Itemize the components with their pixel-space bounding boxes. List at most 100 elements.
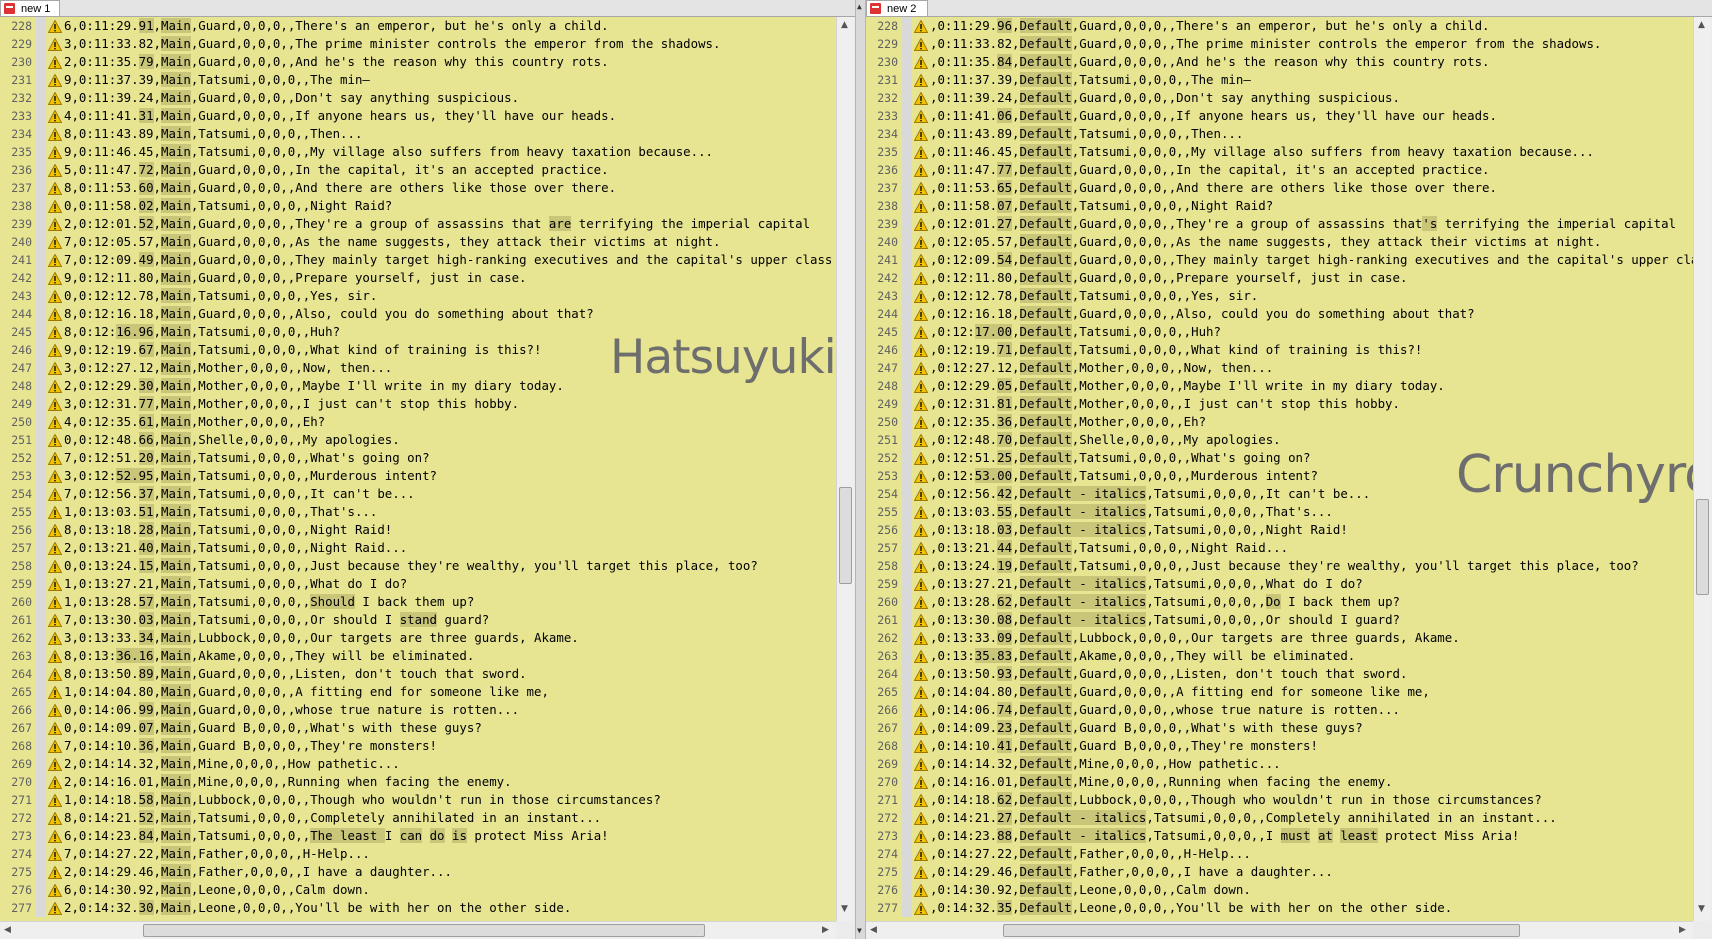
line-number: 261 — [11, 613, 32, 627]
text-segment: ,Guard,0,0,0,,The prime minister control… — [190, 36, 721, 51]
warning-icon — [913, 396, 929, 412]
diff-highlight: are — [548, 216, 572, 231]
left-hscroll-thumb[interactable] — [143, 924, 705, 937]
text-segment: 5,0:11:47. — [64, 162, 139, 177]
text-segment: ,Guard,0,0,0,,They mainly target high-ra… — [1071, 252, 1693, 267]
right-tab-bar: new 2 — [866, 0, 1712, 17]
tab-new-1[interactable]: new 1 — [0, 0, 60, 16]
warning-icon — [913, 342, 929, 358]
left-source-label: Hatsuyuki — [610, 330, 836, 385]
line-margin — [36, 665, 46, 683]
warning-icon — [913, 36, 929, 52]
right-vertical-scrollbar[interactable]: ▲ ▼ — [1693, 17, 1711, 921]
line-margin — [902, 467, 912, 485]
line-margin — [902, 17, 912, 35]
line-margin — [902, 593, 912, 611]
line-margin — [36, 449, 46, 467]
splitter-down-icon[interactable]: ▼ — [857, 927, 862, 935]
diff-highlight: Default — [1019, 684, 1072, 699]
line-text: 2,0:13:21.40,Main,Tatsumi,0,0,0,,Night R… — [64, 539, 407, 557]
scroll-up-arrow-icon[interactable]: ▲ — [1698, 21, 1705, 30]
diff-highlight: 28 — [138, 522, 154, 537]
warning-icon — [47, 846, 63, 862]
text-segment: 0,0:11:58. — [64, 198, 139, 213]
diff-highlight: 17.00 — [974, 324, 1013, 339]
line-number: 256 — [11, 523, 32, 537]
text-segment: ,Tatsumi,0,0,0,,Murderous intent? — [190, 468, 438, 483]
warning-icon — [913, 810, 929, 826]
text-segment: 9,0:11:39.24, — [64, 90, 161, 105]
diff-highlight: Default — [1019, 846, 1072, 861]
line-margin — [902, 521, 912, 539]
text-segment: 0,0:12:48. — [64, 432, 139, 447]
right-text-area[interactable]: 228,0:11:29.96,Default,Guard,0,0,0,,Ther… — [866, 17, 1693, 921]
warning-icon — [913, 558, 929, 574]
text-segment: 6,0:14:30.92, — [64, 882, 161, 897]
diff-highlight: 49 — [138, 252, 154, 267]
warning-icon — [913, 234, 929, 250]
text-segment: , — [153, 540, 161, 555]
text-segment: ,0:12:16.18, — [930, 306, 1020, 321]
left-vscroll-thumb[interactable] — [839, 487, 852, 584]
text-segment: 1,0:14:04.80, — [64, 684, 161, 699]
line-number: 228 — [11, 19, 32, 33]
text-segment: , — [153, 180, 161, 195]
line-number: 277 — [11, 901, 32, 915]
text-segment: , — [153, 324, 161, 339]
diff-highlight: 51 — [138, 504, 154, 519]
text-segment: ,Shelle,0,0,0,,My apologies. — [1071, 432, 1281, 447]
diff-highlight: 36.16 — [116, 648, 154, 663]
text-segment: 8,0:13:50. — [64, 666, 139, 681]
scroll-up-arrow-icon[interactable]: ▲ — [841, 21, 848, 30]
text-segment: ,Lubbock,0,0,0,,Our targets are three gu… — [1071, 630, 1460, 645]
warning-icon — [47, 360, 63, 376]
pane-splitter[interactable]: ▲ ▼ — [855, 0, 866, 939]
scroll-left-arrow-icon[interactable]: ◀ — [870, 926, 877, 935]
line-text: 2,0:14:29.46,Main,Father,0,0,0,,I have a… — [64, 863, 452, 881]
left-vertical-scrollbar[interactable]: ▲ ▼ — [836, 17, 854, 921]
warning-icon — [47, 306, 63, 322]
line-text: ,0:14:16.01,Default,Mine,0,0,0,,Running … — [930, 773, 1393, 791]
diff-highlight: 02 — [138, 198, 154, 213]
warning-icon — [47, 558, 63, 574]
right-horizontal-scrollbar[interactable]: ◀ ▶ — [866, 921, 1693, 939]
diff-highlight: 35.83 — [974, 648, 1013, 663]
text-segment: ,Guard,0,0,0,,Don't say anything suspici… — [190, 90, 520, 105]
text-segment: ,Lubbock,0,0,0,,Though who wouldn't run … — [1071, 792, 1542, 807]
text-segment: , — [153, 108, 161, 123]
scroll-down-arrow-icon[interactable]: ▼ — [1698, 905, 1705, 914]
text-segment: terrifying the imperial capital — [571, 216, 811, 231]
warning-icon — [913, 432, 929, 448]
scroll-left-arrow-icon[interactable]: ◀ — [4, 926, 11, 935]
diff-highlight: Main — [161, 648, 191, 663]
line-margin — [902, 107, 912, 125]
right-vscroll-thumb[interactable] — [1696, 499, 1709, 595]
line-text: ,0:13:03.55,Default - italics,Tatsumi,0,… — [930, 503, 1333, 521]
scroll-right-arrow-icon[interactable]: ▶ — [1679, 926, 1686, 935]
left-text-area[interactable]: 228 6,0:11:29.91,Main,Guard,0,0,0,,There'… — [0, 17, 836, 921]
line-number: 276 — [11, 883, 32, 897]
line-text: ,0:13:33.09,Default,Lubbock,0,0,0,,Our t… — [930, 629, 1460, 647]
diff-highlight: Default — [1019, 648, 1072, 663]
right-hscroll-thumb[interactable] — [1003, 924, 1520, 937]
scroll-right-arrow-icon[interactable]: ▶ — [822, 926, 829, 935]
left-horizontal-scrollbar[interactable]: ◀ ▶ — [0, 921, 836, 939]
line-number: 272 — [11, 811, 32, 825]
warning-icon — [47, 252, 63, 268]
line-text: 9,0:12:19.67,Main,Tatsumi,0,0,0,,What ki… — [64, 341, 541, 359]
warning-icon — [47, 144, 63, 160]
text-segment: ,Tatsumi,0,0,0,,Or should I guard? — [1146, 612, 1400, 627]
line-margin — [902, 611, 912, 629]
diff-highlight: Main — [160, 126, 191, 141]
text-segment: ,Lubbock,0,0,0,,Our targets are three gu… — [190, 630, 579, 645]
splitter-up-icon[interactable]: ▲ — [857, 3, 862, 11]
tab-new-2[interactable]: new 2 — [866, 0, 928, 16]
line-number: 246 — [877, 343, 898, 357]
line-number: 232 — [11, 91, 32, 105]
text-segment: 2,0:12:01. — [64, 216, 139, 231]
text-segment: ,0:12:35. — [930, 414, 998, 429]
text-segment: , — [153, 18, 161, 33]
scroll-down-arrow-icon[interactable]: ▼ — [841, 905, 848, 914]
warning-icon — [913, 738, 929, 754]
diff-highlight: Do — [1265, 594, 1281, 609]
